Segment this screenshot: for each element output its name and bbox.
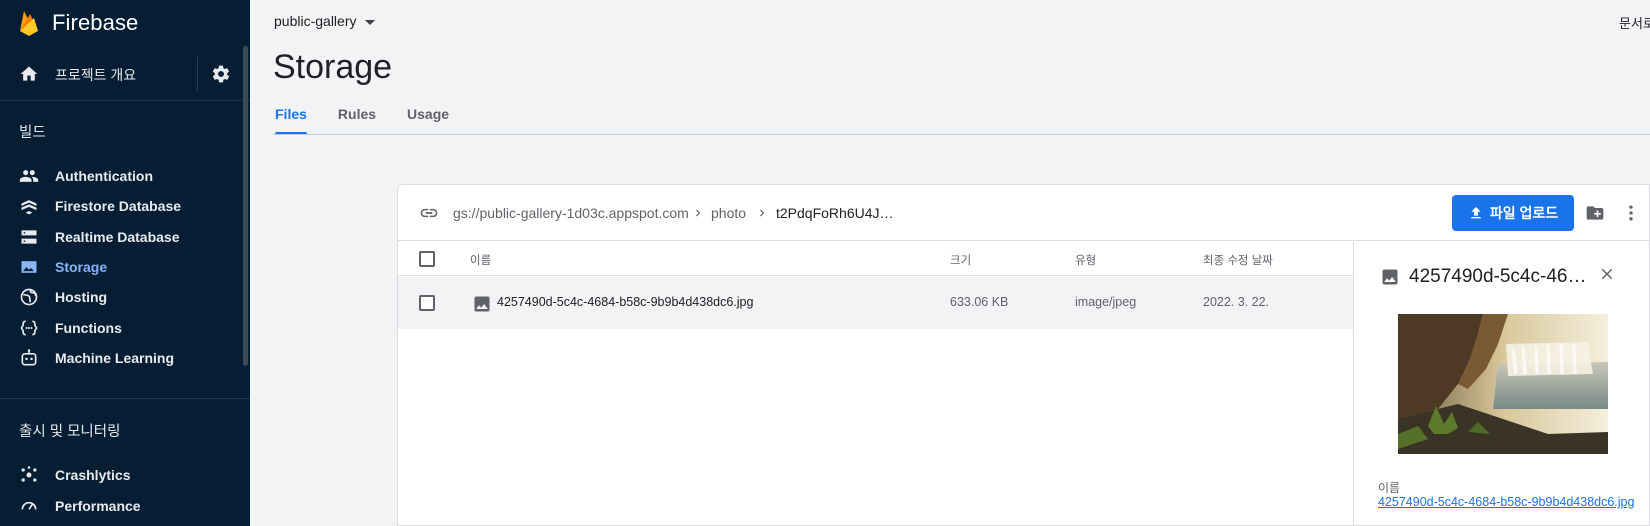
database-icon bbox=[21, 230, 37, 244]
storage-browser: gs://public-gallery-1d03c.appspot.com ph… bbox=[397, 184, 1650, 526]
sidebar-item-label: Storage bbox=[55, 259, 108, 275]
column-size[interactable]: 크기 bbox=[950, 252, 971, 268]
tab-usage[interactable]: Usage bbox=[407, 106, 449, 134]
column-type[interactable]: 유형 bbox=[1075, 252, 1096, 268]
sidebar-item-authentication[interactable]: Authentication bbox=[0, 160, 240, 192]
close-icon[interactable] bbox=[1598, 265, 1616, 283]
brand[interactable]: Firebase bbox=[0, 0, 250, 46]
row-checkbox[interactable] bbox=[419, 295, 435, 311]
performance-icon bbox=[21, 501, 37, 510]
more-vert-icon[interactable] bbox=[1626, 203, 1636, 223]
tab-rules[interactable]: Rules bbox=[338, 106, 376, 134]
image-file-icon bbox=[474, 296, 490, 312]
chevron-down-icon bbox=[365, 19, 376, 25]
sidebar-item-hosting[interactable]: Hosting bbox=[0, 281, 240, 313]
tabs-underline bbox=[273, 134, 1650, 135]
release-section-title: 출시 및 모니터링 bbox=[19, 424, 121, 440]
column-name[interactable]: 이름 bbox=[470, 252, 491, 268]
sidebar-item-label: Crashlytics bbox=[55, 467, 131, 483]
link-icon[interactable] bbox=[418, 203, 440, 223]
breadcrumb-current[interactable]: t2PdqFoRh6U4J… bbox=[776, 205, 894, 221]
users-icon bbox=[19, 170, 39, 182]
project-overview[interactable]: 프로젝트 개요 bbox=[0, 50, 250, 96]
sidebar-item-firestore[interactable]: Firestore Database bbox=[0, 190, 240, 222]
sidebar-item-label: Performance bbox=[55, 498, 141, 514]
upload-icon bbox=[1471, 207, 1481, 219]
project-selector[interactable]: public-gallery bbox=[274, 13, 376, 29]
project-name: public-gallery bbox=[274, 13, 357, 29]
docs-link[interactable]: 문서로 이동 bbox=[1619, 13, 1650, 32]
home-icon bbox=[20, 66, 38, 81]
tab-files[interactable]: Files bbox=[275, 106, 307, 135]
upload-file-button[interactable]: 파일 업로드 bbox=[1452, 195, 1574, 231]
sidebar-item-label: Hosting bbox=[55, 289, 108, 305]
detail-name-label: 이름 bbox=[1378, 481, 1401, 495]
sidebar-item-label: Machine Learning bbox=[55, 350, 175, 366]
upload-file-label: 파일 업로드 bbox=[1489, 205, 1559, 221]
project-overview-label: 프로젝트 개요 bbox=[55, 67, 137, 83]
build-section-title: 빌드 bbox=[19, 125, 46, 141]
chevron-right-icon bbox=[696, 209, 701, 217]
storage-toolbar: gs://public-gallery-1d03c.appspot.com ph… bbox=[398, 185, 1649, 241]
sidebar-item-storage[interactable]: Storage bbox=[0, 251, 240, 283]
detail-panel-divider bbox=[1353, 242, 1354, 525]
breadcrumb-folder[interactable]: photo bbox=[711, 205, 746, 221]
sidebar-item-functions[interactable]: Functions bbox=[0, 312, 240, 344]
file-size: 633.06 KB bbox=[950, 295, 1009, 309]
sidebar-item-realtime-database[interactable]: Realtime Database bbox=[0, 221, 240, 253]
file-modified: 2022. 3. 22. bbox=[1203, 295, 1270, 309]
sidebar-item-machine-learning[interactable]: Machine Learning bbox=[0, 342, 240, 374]
select-all-checkbox[interactable] bbox=[419, 251, 435, 267]
crashlytics-icon bbox=[21, 466, 37, 482]
sidebar-item-label: Authentication bbox=[55, 168, 153, 184]
sidebar-item-label: Realtime Database bbox=[55, 229, 180, 245]
column-modified[interactable]: 최종 수정 날짜 bbox=[1203, 252, 1273, 268]
storage-image-icon bbox=[21, 261, 37, 273]
gear-icon[interactable] bbox=[211, 64, 231, 84]
sidebar-item-label: Firestore Database bbox=[55, 198, 182, 214]
image-file-icon bbox=[1382, 269, 1398, 285]
overview-separator bbox=[197, 57, 198, 91]
breadcrumb-bucket[interactable]: gs://public-gallery-1d03c.appspot.com bbox=[453, 205, 689, 221]
sidebar-divider bbox=[0, 398, 250, 399]
sidebar: Firebase 프로젝트 개요 빌드 Authentication Fires… bbox=[0, 0, 250, 526]
robot-icon bbox=[21, 349, 37, 366]
chevron-right-icon bbox=[760, 209, 765, 217]
firebase-logo-icon bbox=[20, 11, 38, 36]
file-name[interactable]: 4257490d-5c4c-4684-b58c-9b9b4d438dc6.jpg bbox=[497, 295, 753, 309]
functions-icon bbox=[20, 320, 38, 336]
sidebar-item-label: Functions bbox=[55, 320, 122, 336]
page-title: Storage bbox=[273, 48, 393, 86]
detail-name-link[interactable]: 4257490d-5c4c-4684-b58c-9b9b4d438dc6.jpg bbox=[1378, 495, 1648, 509]
sidebar-item-performance[interactable]: Performance bbox=[0, 490, 240, 522]
firestore-icon bbox=[21, 200, 37, 215]
sidebar-divider bbox=[0, 100, 250, 101]
image-preview[interactable] bbox=[1398, 314, 1608, 454]
brand-name: Firebase bbox=[52, 10, 139, 35]
table-row[interactable]: 4257490d-5c4c-4684-b58c-9b9b4d438dc6.jpg… bbox=[398, 277, 1353, 329]
globe-icon bbox=[20, 288, 38, 306]
file-table-header: 이름 크기 유형 최종 수정 날짜 bbox=[398, 242, 1353, 276]
create-folder-icon[interactable] bbox=[1584, 203, 1606, 223]
detail-title: 4257490d-5c4c-46… bbox=[1409, 266, 1587, 287]
sidebar-item-crashlytics[interactable]: Crashlytics bbox=[0, 459, 240, 491]
tab-bar: Files Rules Usage bbox=[275, 106, 480, 135]
file-type: image/jpeg bbox=[1075, 295, 1137, 309]
sidebar-scrollbar[interactable] bbox=[243, 46, 248, 366]
